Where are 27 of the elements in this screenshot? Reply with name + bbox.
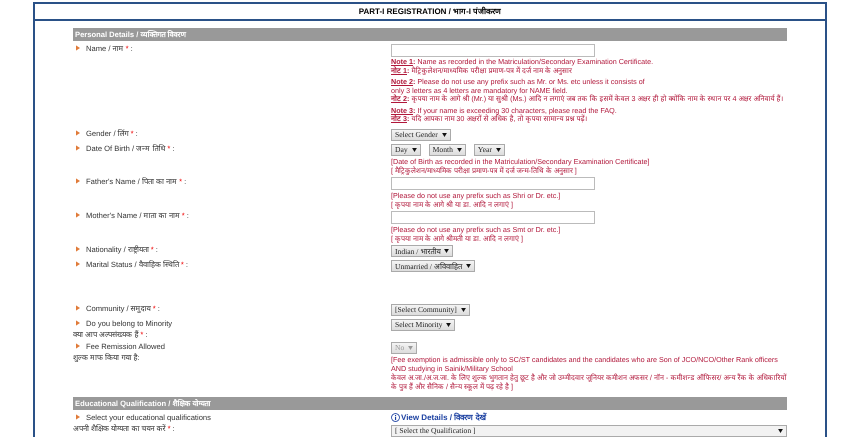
caret-icon [442, 132, 447, 136]
view-details-link[interactable]: View Details / विवरण देखें [391, 412, 486, 424]
caret-icon [496, 148, 501, 152]
bullet-icon [76, 320, 80, 326]
caret-icon [778, 428, 783, 432]
bullet-icon [76, 260, 80, 266]
bullet-icon [76, 414, 80, 420]
bullet-icon [76, 342, 80, 348]
bullet-icon [76, 178, 80, 184]
text-input[interactable] [391, 44, 595, 57]
caret-icon [412, 148, 417, 152]
caret-icon [466, 264, 471, 268]
form-title: PART-I REGISTRATION / भाग-I पंजीकरण [358, 6, 502, 18]
bullet-icon [76, 130, 80, 136]
bullet-icon [76, 246, 80, 252]
text-input[interactable] [391, 176, 595, 190]
bullet-icon [76, 45, 80, 51]
caret-icon [444, 248, 450, 252]
info-icon [391, 413, 400, 422]
bullet-icon [76, 304, 80, 310]
bullet-icon [76, 212, 80, 218]
caret-icon [456, 148, 462, 152]
caret-icon [408, 346, 414, 350]
caret-icon [460, 308, 466, 312]
bullet-icon [76, 144, 80, 150]
text-input[interactable] [391, 210, 595, 224]
caret-icon [446, 322, 452, 326]
